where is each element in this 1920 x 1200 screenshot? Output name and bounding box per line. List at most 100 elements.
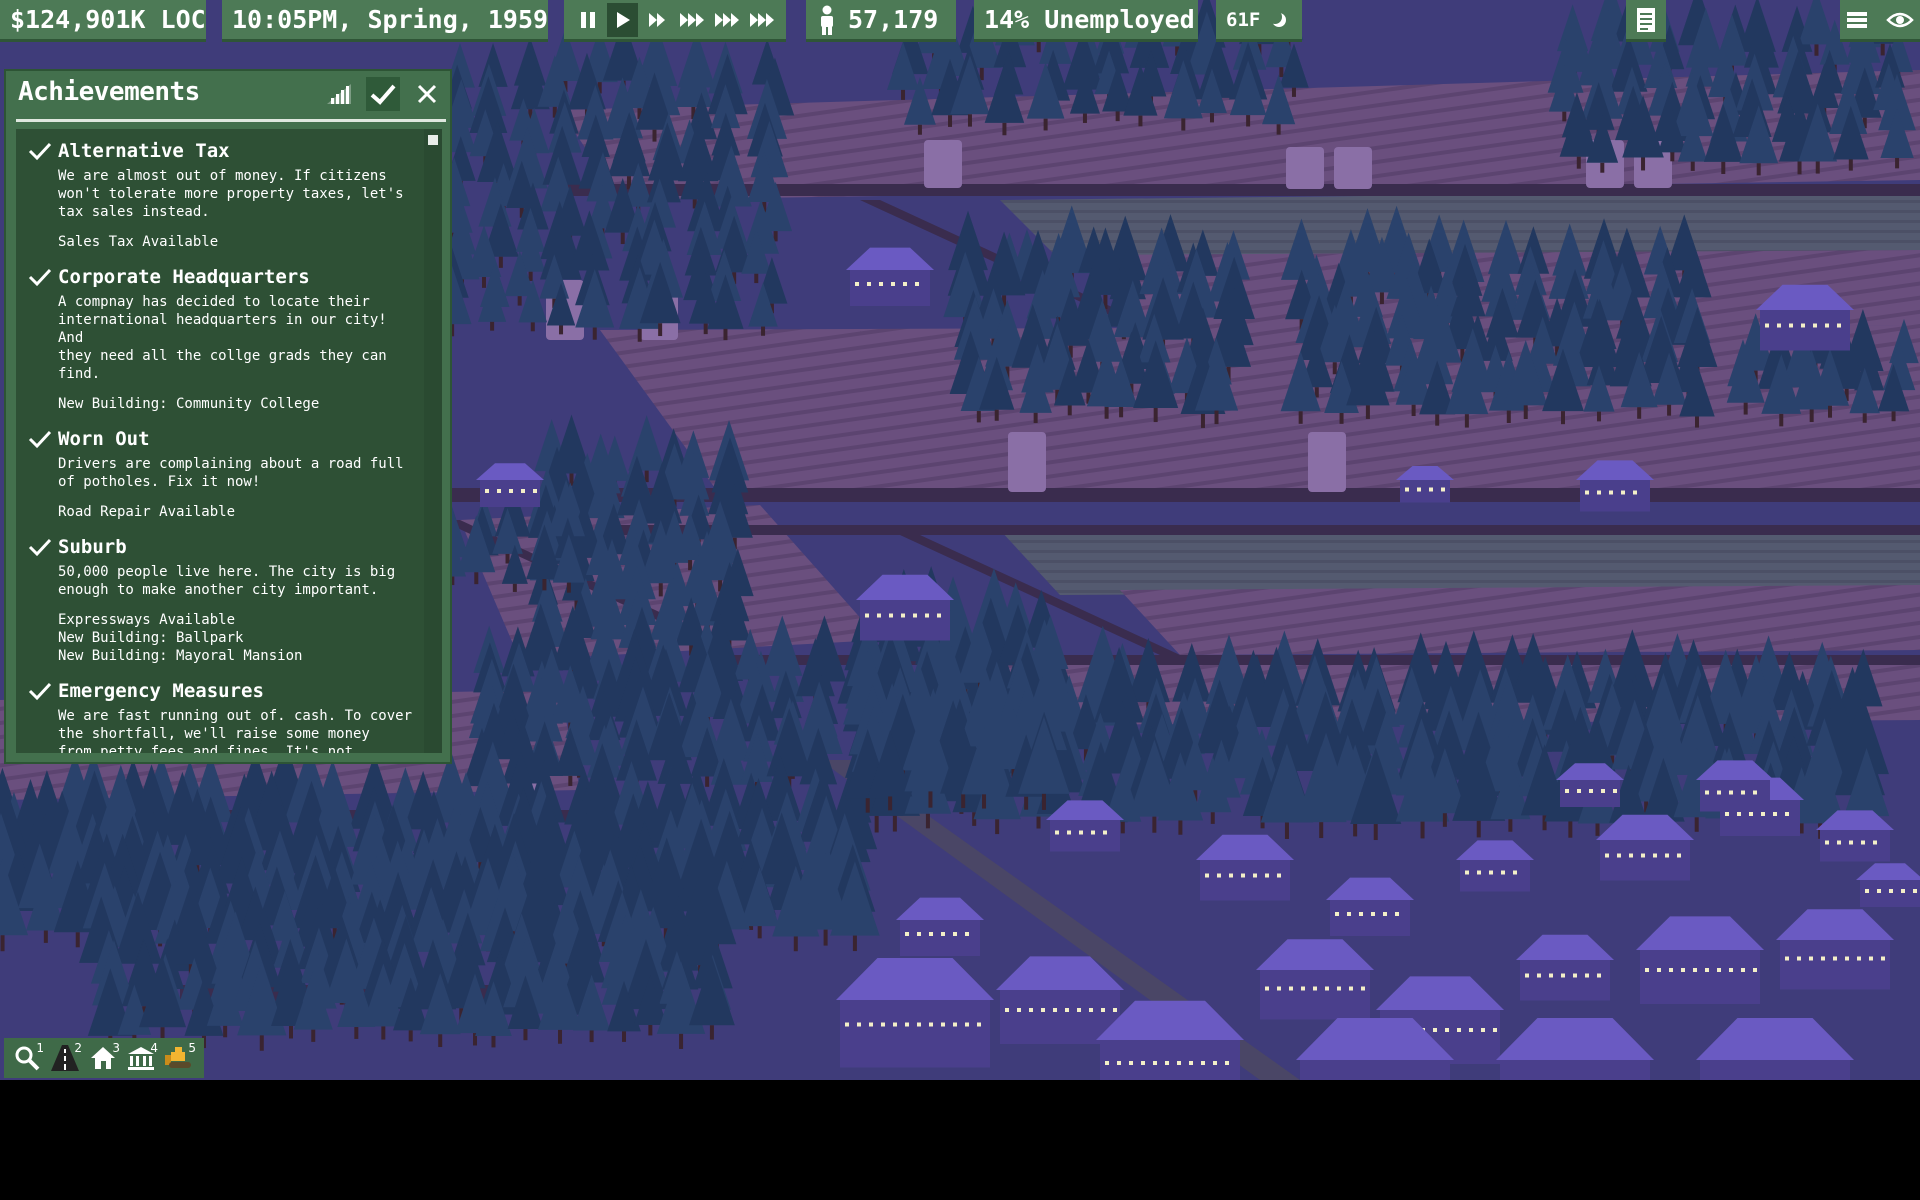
- tree-trunk: [559, 325, 564, 335]
- achievement-item[interactable]: Corporate Headquarters A compnay has dec…: [16, 263, 434, 413]
- achievement-description: A compnay has decided to locate their in…: [58, 294, 387, 382]
- tree-trunk: [1797, 161, 1802, 175]
- document-icon: [1637, 7, 1655, 32]
- checkmark-icon: [28, 142, 52, 161]
- tree-trunk: [1815, 161, 1820, 174]
- tree-trunk: [75, 932, 80, 948]
- eye-icon: [1886, 12, 1914, 27]
- achievements-list[interactable]: Alternative Tax We are almost out of mon…: [16, 129, 434, 753]
- scrollbar-thumb[interactable]: [428, 135, 438, 145]
- bulldoze-tool[interactable]: 5: [160, 1040, 198, 1076]
- money-value: $124,901K LOC: [10, 5, 206, 34]
- money-display[interactable]: $124,901K LOC: [0, 0, 206, 42]
- tree-trunk: [1284, 822, 1289, 839]
- tree-trunk: [1043, 118, 1048, 131]
- tree-trunk: [1848, 159, 1853, 171]
- unlock-line: Expressways Available: [58, 612, 236, 628]
- tree-trunk: [793, 936, 798, 952]
- unemployment-display[interactable]: 14% Unemployed: [974, 0, 1198, 42]
- hotkey-label: 4: [150, 1041, 158, 1055]
- play-button[interactable]: [607, 2, 638, 37]
- panel-header: Achievements: [6, 71, 450, 119]
- city-viewport[interactable]: $124,901K LOC 10:05PM, Spring, 1959 57,1…: [0, 0, 1920, 1080]
- tree-trunk: [566, 582, 571, 593]
- tree-trunk: [558, 1029, 563, 1044]
- achievement-item[interactable]: Alternative Tax We are almost out of mon…: [16, 137, 434, 251]
- tree-trunk: [1862, 413, 1867, 423]
- view-button[interactable]: [1886, 10, 1914, 30]
- population-display[interactable]: 57,179: [806, 0, 956, 42]
- tree-trunk: [1298, 411, 1303, 424]
- moon-icon: [1270, 10, 1287, 27]
- speed-4-button[interactable]: [712, 3, 743, 37]
- achievement-unlocks: New Building: Community College: [58, 395, 420, 413]
- tree-trunk: [1200, 413, 1205, 428]
- unlock-line: New Building: Ballpark: [58, 630, 244, 646]
- datetime-value: 10:05PM, Spring, 1959: [232, 5, 549, 34]
- speed-5-button[interactable]: [747, 3, 778, 37]
- speed-2-button[interactable]: [642, 3, 673, 37]
- tree-trunk: [1319, 822, 1324, 839]
- building-tool[interactable]: 4: [122, 1040, 160, 1076]
- tree-trunk: [901, 89, 906, 100]
- tree-trunk: [1119, 406, 1124, 418]
- close-button[interactable]: [410, 77, 444, 111]
- tree-trunk: [1339, 413, 1344, 424]
- tree-trunk: [1828, 405, 1833, 418]
- speed-controls: [564, 0, 786, 42]
- tree-trunk: [705, 776, 710, 787]
- tree-trunk: [1576, 156, 1581, 169]
- tree-trunk: [43, 930, 48, 943]
- tree-trunk: [1637, 407, 1642, 419]
- tree-trunk: [995, 819, 1000, 835]
- bar-chart-icon: [327, 84, 351, 104]
- tree-trunk: [658, 323, 663, 337]
- tree-trunk: [1568, 821, 1573, 838]
- tree-trunk: [917, 124, 922, 135]
- tree-trunk: [1779, 413, 1784, 427]
- checkmark-icon: [28, 682, 52, 701]
- menu-button[interactable]: [1846, 9, 1868, 31]
- zone-tool[interactable]: 3: [84, 1040, 122, 1076]
- pause-button[interactable]: [572, 3, 603, 37]
- tree-trunk: [589, 1030, 594, 1043]
- menu-icon: [1847, 11, 1867, 28]
- tree-trunk: [568, 775, 573, 786]
- tree-trunk: [976, 411, 981, 423]
- close-icon: [417, 84, 437, 104]
- scrollbar[interactable]: [424, 129, 442, 753]
- tree-trunk: [961, 793, 966, 809]
- tree-trunk: [1670, 152, 1675, 162]
- fast-forward-icon: [749, 12, 774, 27]
- tree-trunk: [1181, 118, 1186, 131]
- tree-trunk: [1895, 157, 1900, 169]
- road-tool[interactable]: 2: [46, 1040, 84, 1076]
- completed-filter-button[interactable]: [366, 77, 400, 111]
- stats-button[interactable]: [322, 77, 356, 111]
- speed-3-button[interactable]: [677, 3, 708, 37]
- achievement-unlocks: Sales Tax Available: [58, 233, 420, 251]
- tree-trunk: [1695, 416, 1700, 428]
- tree-trunk: [1214, 410, 1219, 425]
- achievement-item[interactable]: Emergency Measures We are fast running o…: [16, 677, 434, 753]
- achievement-description: We are almost out of money. If citizens …: [58, 168, 404, 220]
- tree-trunk: [1442, 813, 1447, 827]
- weather-display[interactable]: 61F: [1216, 0, 1302, 42]
- tree-trunk: [1891, 411, 1896, 422]
- tree-trunk: [865, 798, 870, 813]
- tree-trunk: [637, 328, 642, 342]
- achievement-name: Emergency Measures: [58, 680, 264, 702]
- panel-title: Achievements: [18, 77, 200, 107]
- tree-trunk: [1508, 819, 1513, 832]
- tree-trunk: [1690, 161, 1695, 171]
- achievement-item[interactable]: Suburb 50,000 people live here. The city…: [16, 533, 434, 665]
- report-button[interactable]: [1626, 0, 1666, 42]
- tree-trunk: [1082, 113, 1087, 123]
- query-tool[interactable]: 1: [8, 1040, 46, 1076]
- tree-trunk: [622, 1031, 627, 1042]
- datetime-display[interactable]: 10:05PM, Spring, 1959: [222, 0, 548, 42]
- tree-trunk: [994, 409, 999, 421]
- achievement-item[interactable]: Worn Out Drivers are complaining about a…: [16, 425, 434, 521]
- achievements-panel: Achievements Alternative Tax We are almo…: [4, 69, 452, 764]
- tree-trunk: [874, 815, 879, 833]
